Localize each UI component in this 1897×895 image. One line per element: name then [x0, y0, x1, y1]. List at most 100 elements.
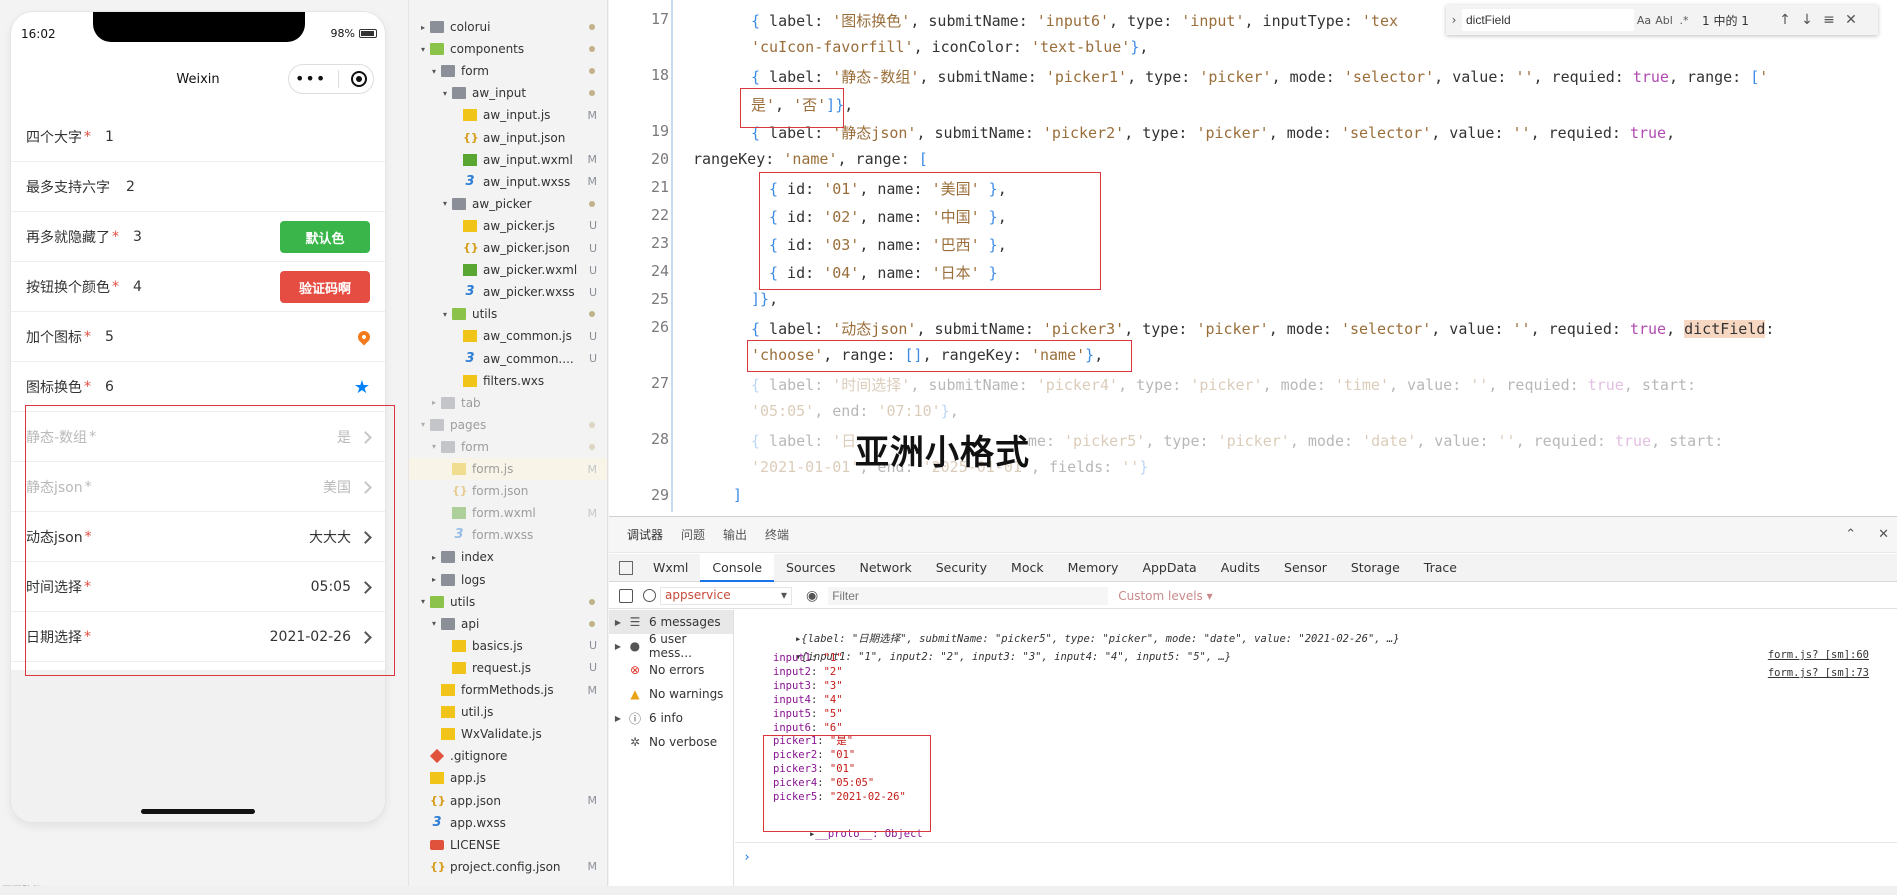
close-icon[interactable]: ✕	[1878, 527, 1889, 542]
code-line-23[interactable]: { id: '03', name: '巴西' },	[769, 234, 1007, 255]
console-filter-input[interactable]	[828, 586, 1109, 605]
tree-item[interactable]: aw_common.js U	[409, 325, 607, 347]
code-line-27b[interactable]: '05:05', end: '07:10'},	[751, 402, 959, 420]
code-line-18a[interactable]: { label: '静态-数组', submitName: 'picker1',…	[751, 66, 1768, 87]
tree-item[interactable]: ▾ pages	[409, 414, 607, 436]
tree-item[interactable]: {} form.json	[409, 480, 607, 502]
tree-item[interactable]: {} aw_picker.json U	[409, 237, 607, 259]
close-target-icon[interactable]	[351, 71, 368, 87]
form-row-input4[interactable]: 按钮换个颜色 * 4 验证码啊	[11, 262, 385, 312]
tree-item[interactable]: {} project.config.json M	[409, 856, 607, 878]
tree-item[interactable]: aw_input.wxml M	[409, 149, 607, 171]
tree-item[interactable]: 3 aw_input.wxss M	[409, 171, 607, 193]
tab-memory[interactable]: Memory	[1056, 554, 1131, 582]
tree-item[interactable]: WxValidate.js	[409, 723, 607, 745]
sidebar-item-errors[interactable]: ⊗ No errors	[609, 658, 733, 682]
verify-code-button[interactable]: 验证码啊	[280, 271, 370, 303]
tree-item[interactable]: {} aw_input.json	[409, 127, 607, 149]
form-input[interactable]: 3	[133, 229, 142, 245]
tree-item[interactable]: aw_picker.js U	[409, 215, 607, 237]
code-line-25[interactable]: ]},	[751, 290, 778, 308]
tree-item[interactable]: ▾ aw_input	[409, 82, 607, 104]
form-row-input2[interactable]: 最多支持六字 2	[11, 162, 385, 212]
tab-sources[interactable]: Sources	[774, 554, 847, 582]
tree-item[interactable]: ▾ components	[409, 38, 607, 60]
tree-item[interactable]: 3 app.wxss	[409, 812, 607, 834]
code-line-19[interactable]: { label: '静态json', submitName: 'picker2'…	[751, 122, 1675, 143]
tab-storage[interactable]: Storage	[1339, 554, 1412, 582]
tree-item[interactable]: aw_input.js M	[409, 104, 607, 126]
context-select[interactable]: appservice	[660, 586, 792, 605]
form-row-picker5[interactable]: 日期选择 * 2021-02-26	[11, 612, 385, 662]
regex-toggle[interactable]: .*	[1674, 14, 1694, 27]
tree-item[interactable]: ▾ api	[409, 613, 607, 635]
close-icon[interactable]: ✕	[1840, 12, 1862, 28]
sidebar-item-messages[interactable]: ▶ ☰ 6 messages	[609, 610, 733, 634]
tab-problems[interactable]: 问题	[681, 526, 705, 543]
tab-debugger[interactable]: 调试器	[627, 526, 663, 543]
proto-row[interactable]: ▸__proto__: Object	[735, 810, 1897, 840]
picker-value[interactable]: 2021-02-26	[270, 612, 372, 662]
code-line-21[interactable]: { id: '01', name: '美国' },	[769, 178, 1007, 199]
tab-output[interactable]: 输出	[723, 526, 747, 543]
form-input[interactable]: 2	[126, 179, 135, 195]
code-line-29[interactable]: ]	[733, 486, 742, 504]
sidebar-item-info[interactable]: ▶ ⓘ 6 info	[609, 706, 733, 730]
tree-item[interactable]: basics.js U	[409, 635, 607, 657]
default-color-button[interactable]: 默认色	[280, 221, 370, 253]
tree-item[interactable]: ▾ form	[409, 60, 607, 82]
tab-trace[interactable]: Trace	[1412, 554, 1469, 582]
clear-console-icon[interactable]	[643, 589, 656, 602]
tab-security[interactable]: Security	[924, 554, 999, 582]
tree-item[interactable]: formMethods.js M	[409, 679, 607, 701]
tree-item[interactable]: ▸ logs	[409, 569, 607, 591]
tree-item[interactable]: form.js M	[409, 458, 607, 480]
tree-item[interactable]: {} app.json M	[409, 790, 607, 812]
code-line-17a[interactable]: { label: '图标换色', submitName: 'input6', t…	[751, 10, 1398, 31]
tree-item[interactable]: form.wxml M	[409, 502, 607, 524]
tab-mock[interactable]: Mock	[999, 554, 1056, 582]
code-line-24[interactable]: { id: '04', name: '日本' }	[769, 262, 998, 283]
form-input[interactable]: 5	[105, 329, 114, 345]
whole-word-toggle[interactable]: Abl	[1654, 14, 1674, 27]
tree-item[interactable]: app.js	[409, 767, 607, 789]
form-input[interactable]: 1	[105, 129, 114, 145]
console-message[interactable]: ▸{label: "日期选择", submitName: "picker5", …	[735, 615, 1897, 661]
form-row-picker4[interactable]: 时间选择 * 05:05	[11, 562, 385, 612]
form-input[interactable]: 4	[133, 279, 142, 295]
tree-item[interactable]: filters.wxs	[409, 370, 607, 392]
tab-console[interactable]: Console	[700, 553, 775, 582]
form-row-picker3[interactable]: 动态json * 大大大	[11, 512, 385, 562]
tree-item[interactable]: util.js	[409, 701, 607, 723]
inspect-icon[interactable]	[619, 560, 633, 575]
sidebar-item-user-messages[interactable]: ▶ ● 6 user mess...	[609, 632, 733, 660]
code-editor[interactable]: 17 18 19 20 21 22 23 24 25 26 27 28 29 { label: '图标换…	[609, 0, 1897, 516]
picker-value[interactable]: 美国	[323, 462, 372, 512]
match-case-toggle[interactable]: Aa	[1634, 14, 1654, 27]
eye-icon[interactable]: ◉	[806, 588, 818, 604]
chevron-up-icon[interactable]: ⌃	[1845, 527, 1856, 542]
form-row-picker1[interactable]: 静态-数组 * 是	[11, 412, 385, 462]
form-row-picker2[interactable]: 静态json * 美国	[11, 462, 385, 512]
tree-item[interactable]: aw_picker.wxml U	[409, 259, 607, 281]
tree-item[interactable]: ▾ utils	[409, 591, 607, 613]
form-row-input5[interactable]: 加个图标 * 5	[11, 312, 385, 362]
picker-value[interactable]: 大大大	[309, 512, 372, 562]
code-line-18b[interactable]: 是', '否']},	[751, 94, 853, 115]
tree-item[interactable]: 3 aw_common.... U	[409, 348, 607, 370]
sidebar-item-verbose[interactable]: ✲ No verbose	[609, 730, 733, 754]
tree-item[interactable]: request.js U	[409, 657, 607, 679]
tab-audits[interactable]: Audits	[1209, 554, 1272, 582]
tree-item[interactable]: 3 form.wxss	[409, 524, 607, 546]
console-prompt[interactable]: ›	[743, 850, 751, 865]
tab-appdata[interactable]: AppData	[1130, 554, 1208, 582]
code-line-26b[interactable]: 'choose', range: [], rangeKey: 'name'},	[751, 346, 1103, 364]
tree-item[interactable]: ▾ utils	[409, 303, 607, 325]
tab-network[interactable]: Network	[848, 554, 924, 582]
code-line-27a[interactable]: { label: '时间选择', submitName: 'picker4', …	[751, 374, 1696, 395]
form-row-input1[interactable]: 四个大字 * 1	[11, 112, 385, 162]
capsule-menu[interactable]: •••	[288, 64, 374, 94]
tree-item[interactable]: ▸ tab	[409, 392, 607, 414]
code-line-26a[interactable]: { label: '动态json', submitName: 'picker3'…	[751, 318, 1774, 339]
tree-item[interactable]: .gitignore	[409, 745, 607, 767]
